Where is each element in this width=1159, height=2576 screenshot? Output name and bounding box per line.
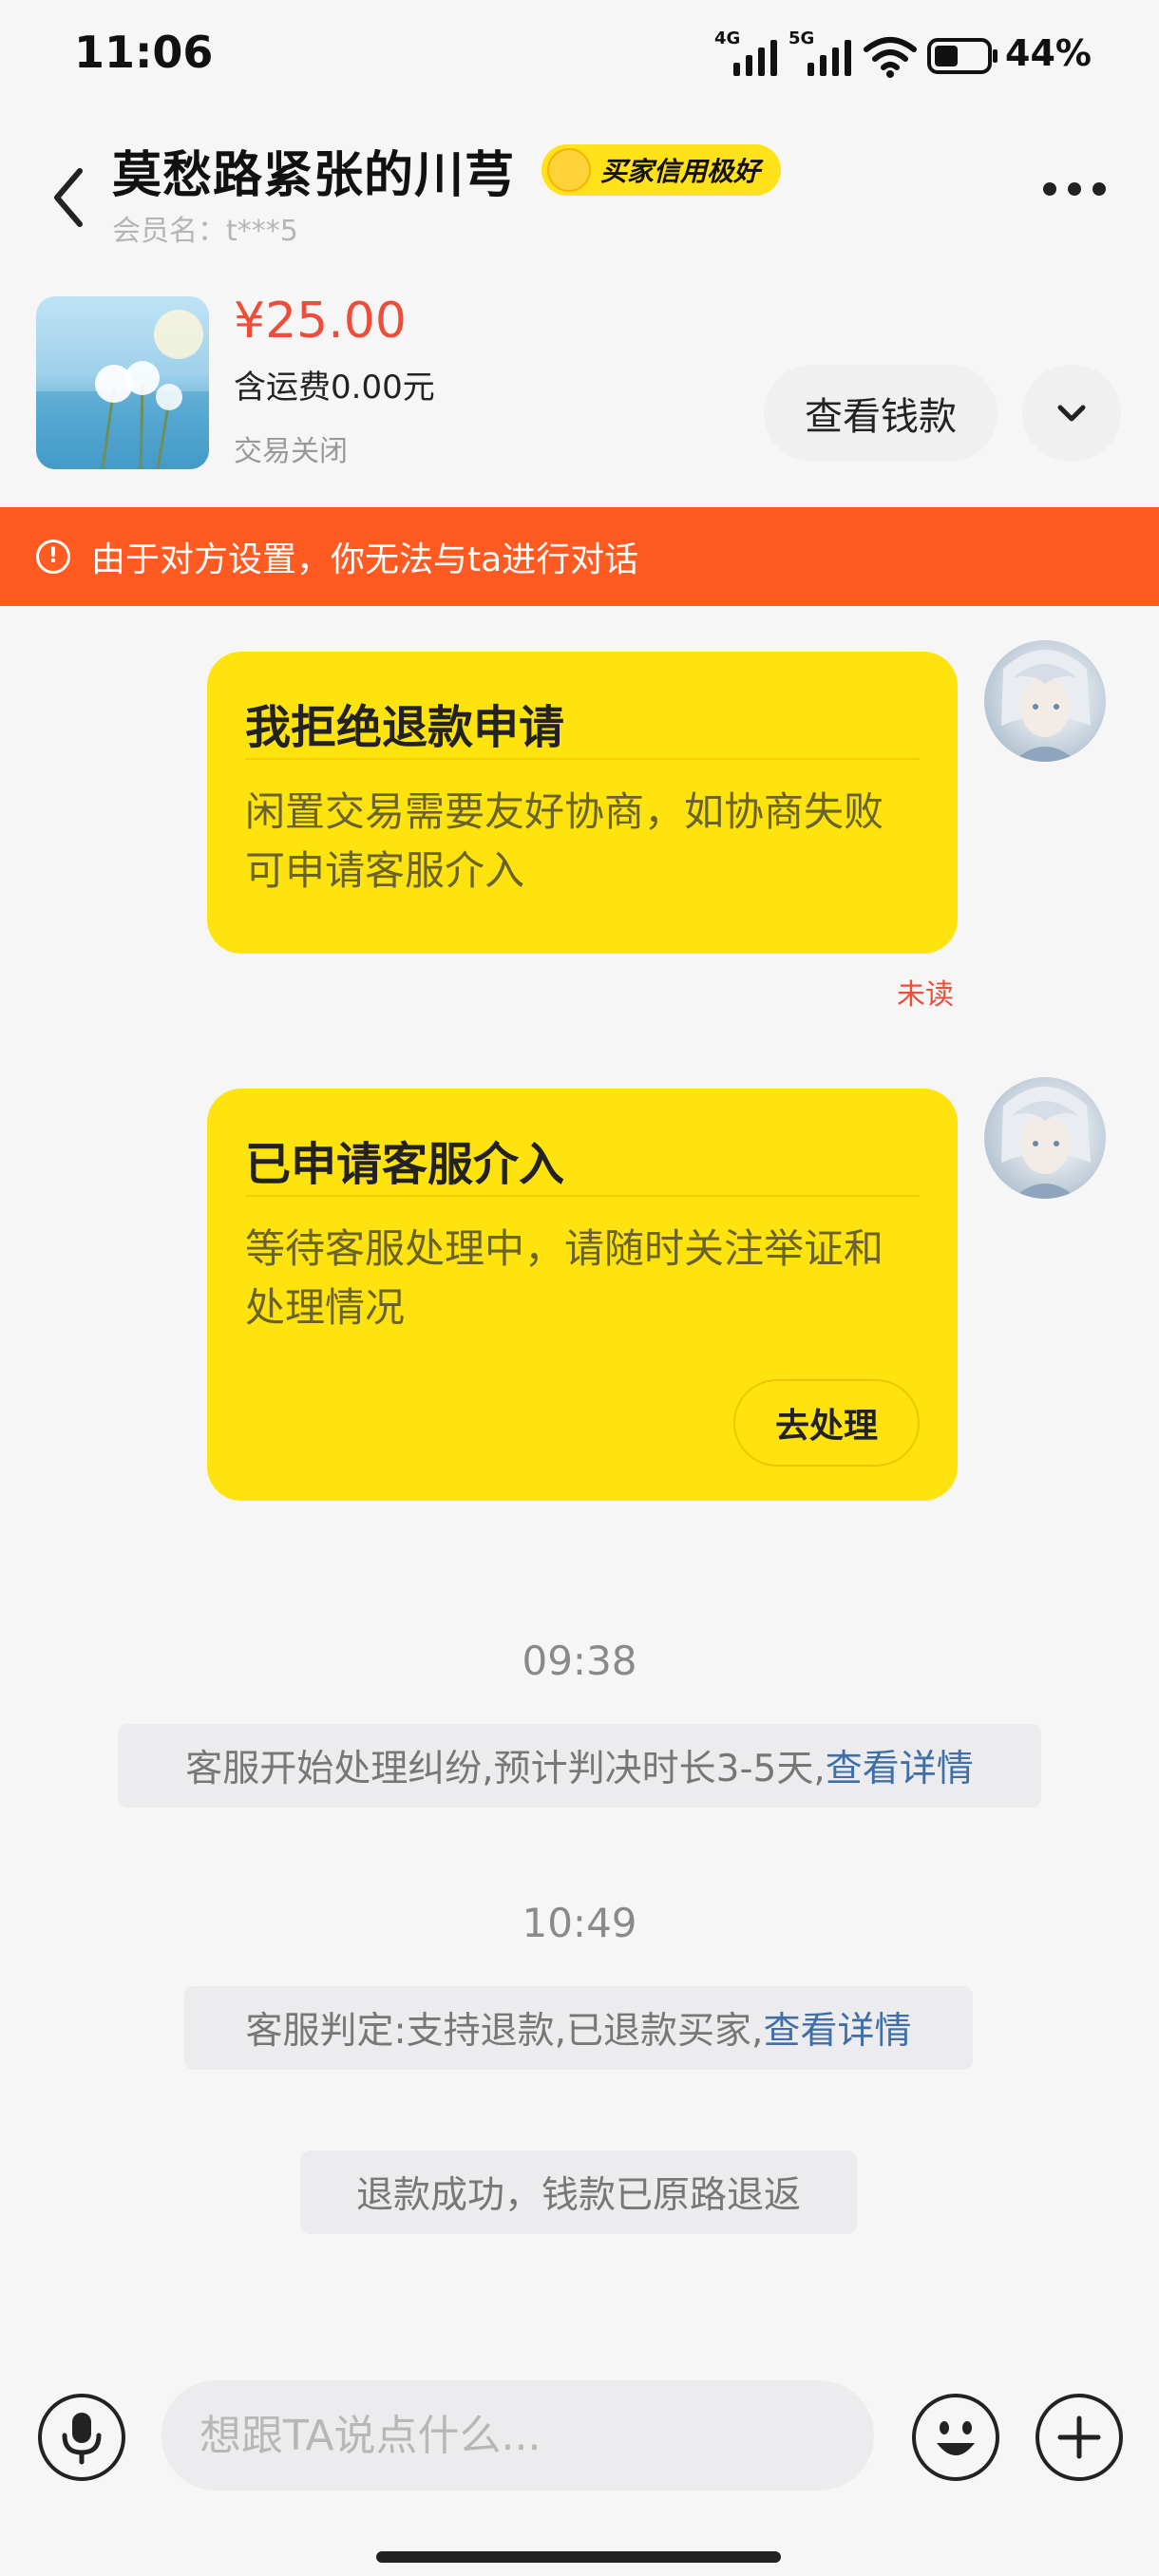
exclamation-icon: !	[36, 540, 70, 574]
avatar[interactable]	[984, 640, 1106, 762]
plus-icon	[1057, 2415, 1101, 2459]
system-message: 客服开始处理纠纷,预计判决时长3-5天, 查看详情	[118, 1724, 1041, 1808]
battery-icon	[927, 38, 998, 74]
system-message-text: 客服判定:支持退款,已退款买家,	[245, 2010, 764, 2053]
chevron-down-icon	[1057, 405, 1086, 422]
smile-emoji-icon	[547, 148, 591, 192]
smiley-icon	[937, 2421, 975, 2455]
divider	[245, 1195, 920, 1197]
system-message-text: 退款成功，钱款已原路退返	[355, 2174, 801, 2217]
warning-banner: ! 由于对方设置，你无法与ta进行对话	[0, 507, 1159, 606]
dandelion-image	[36, 310, 209, 469]
shipping-fee: 含运费0.00元	[234, 369, 435, 407]
card-body: 闲置交易需要友好协商，如协商失败可申请客服介入	[245, 788, 884, 894]
member-name: 会员名：t***5	[112, 215, 298, 248]
timestamp: 09:38	[522, 1638, 637, 1684]
view-money-button[interactable]: 查看钱款	[764, 365, 998, 462]
warning-text: 由于对方设置，你无法与ta进行对话	[91, 540, 639, 579]
avatar[interactable]	[984, 1077, 1106, 1199]
unread-status: 未读	[897, 978, 954, 1012]
dot-icon	[1092, 182, 1106, 196]
system-message-text: 客服开始处理纠纷,预计判决时长3-5天,	[185, 1748, 826, 1790]
product-price: ¥25.00	[234, 293, 407, 350]
view-details-link[interactable]: 查看详情	[826, 1739, 974, 1792]
credit-badge[interactable]: 买家信用极好	[542, 144, 782, 196]
order-status: 交易关闭	[234, 435, 348, 468]
wifi-icon	[864, 37, 917, 78]
dot-icon	[1043, 182, 1056, 196]
handle-button[interactable]: 去处理	[733, 1379, 920, 1467]
battery-percent: 44%	[1005, 32, 1092, 74]
status-time: 11:06	[74, 27, 214, 78]
add-button[interactable]	[1036, 2394, 1123, 2481]
microphone-icon	[62, 2413, 102, 2465]
service-intervention-card[interactable]: 已申请客服介入 等待客服处理中，请随时关注举证和处理情况 去处理	[207, 1089, 958, 1501]
card-title: 我拒绝退款申请	[245, 701, 565, 754]
avatar-image	[1001, 1087, 1091, 1199]
home-indicator[interactable]	[376, 2551, 781, 2563]
message-input[interactable]	[162, 2380, 874, 2491]
divider	[245, 758, 920, 760]
avatar-image	[1001, 650, 1091, 762]
system-message: 退款成功，钱款已原路退返	[300, 2150, 857, 2234]
voice-button[interactable]	[38, 2394, 125, 2481]
product-thumbnail[interactable]	[36, 296, 209, 469]
more-options-button[interactable]	[1043, 182, 1106, 196]
card-title: 已申请客服介入	[245, 1138, 565, 1191]
signal-4g-icon: 4G	[714, 28, 777, 76]
chevron-left-icon	[54, 168, 83, 227]
dot-icon	[1068, 182, 1081, 196]
refund-rejected-card[interactable]: 我拒绝退款申请 闲置交易需要友好协商，如协商失败可申请客服介入	[207, 652, 958, 954]
signal-5g-icon: 5G	[788, 28, 851, 76]
expand-button[interactable]	[1022, 365, 1121, 462]
emoji-button[interactable]	[912, 2394, 999, 2481]
credit-badge-label: 买家信用极好	[600, 156, 761, 187]
timestamp: 10:49	[522, 1900, 637, 1946]
chat-title[interactable]: 莫愁路紧张的川芎	[112, 135, 515, 206]
card-body: 等待客服处理中，请随时关注举证和处理情况	[245, 1225, 884, 1331]
back-button[interactable]	[42, 142, 108, 247]
system-message: 客服判定:支持退款,已退款买家, 查看详情	[184, 1986, 973, 2070]
view-details-link[interactable]: 查看详情	[763, 2001, 911, 2055]
